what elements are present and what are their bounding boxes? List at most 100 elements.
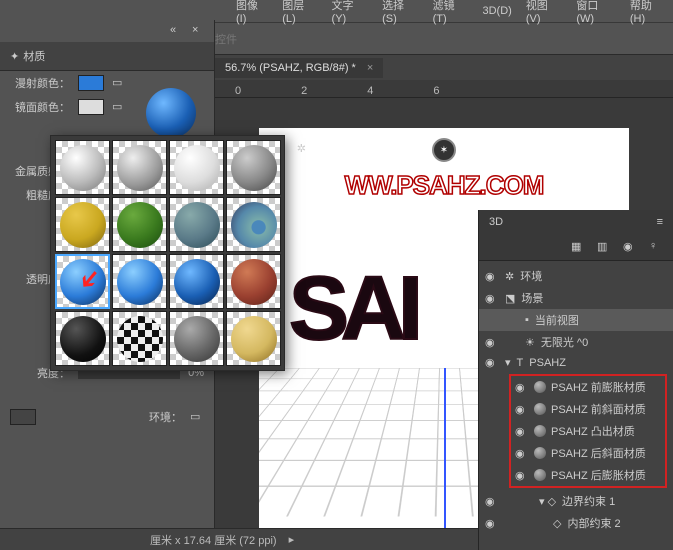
material-icon (534, 469, 546, 481)
ruler-tick: 0 (235, 85, 241, 97)
visibility-icon[interactable]: ◉ (485, 356, 499, 369)
visibility-icon[interactable]: ◉ (485, 517, 499, 530)
tree-label: 当前视图 (535, 312, 579, 328)
chevron-right-icon[interactable]: ▸ (289, 533, 295, 546)
visibility-icon[interactable]: ◉ (485, 270, 499, 283)
specular-swatch[interactable] (78, 99, 104, 115)
material-picker-popup: ✲ ➔ (50, 135, 285, 371)
tree-row-material[interactable]: ◉ PSAHZ 前斜面材质 (511, 398, 665, 420)
material-swatch[interactable] (112, 197, 167, 252)
tree-row-material[interactable]: ◉PSAHZ 凸出材质 (511, 420, 665, 442)
material-swatch[interactable] (169, 311, 224, 366)
menu-select[interactable]: 选择(S) (376, 0, 425, 27)
tree-label: PSAHZ 前斜面材质 (551, 401, 646, 417)
filter-material-icon[interactable]: ◉ (623, 240, 637, 254)
visibility-icon[interactable]: ◉ (515, 469, 529, 482)
material-grid: ➔ (51, 136, 284, 370)
tree-row-internal[interactable]: ◉◇内部约束 2 (479, 512, 673, 534)
menu-image[interactable]: 图像(I) (230, 0, 274, 27)
folder-icon[interactable]: ▭ (112, 76, 126, 90)
tree-row-scene[interactable]: ◉⬔场景 (479, 287, 673, 309)
material-swatch[interactable] (55, 140, 110, 195)
panel-title: ✦材质 (0, 42, 214, 71)
menu-filter[interactable]: 滤镜(T) (427, 0, 475, 27)
collapse-icon[interactable]: « (170, 24, 184, 38)
menu-type[interactable]: 文字(Y) (326, 0, 375, 27)
material-swatch[interactable] (169, 254, 224, 309)
panel-menu-icon[interactable]: ≡ (657, 216, 663, 228)
tree-label: 环境 (520, 268, 542, 284)
visibility-icon[interactable]: ◉ (515, 425, 529, 438)
menu-help[interactable]: 帮助(H) (624, 0, 673, 27)
tree-label: 场景 (521, 290, 543, 306)
3d-text-object[interactable]: SAI (289, 258, 415, 361)
document-tab-label: 56.7% (PSAHZ, RGB/8#) * (225, 62, 356, 74)
diffuse-swatch[interactable] (78, 75, 104, 91)
tree-label: PSAHZ 前膨胀材质 (551, 379, 646, 395)
filter-mesh-icon[interactable]: ▥ (597, 240, 611, 254)
3d-axis-line (444, 368, 446, 528)
menu-window[interactable]: 窗口(W) (570, 0, 622, 27)
material-swatch[interactable] (226, 197, 281, 252)
material-icon (534, 447, 546, 459)
close-icon[interactable]: × (192, 24, 206, 38)
tree-label: 内部约束 2 (567, 515, 620, 531)
specular-label: 镜面颜色： (10, 99, 70, 115)
highlighted-materials-group: ◉ PSAHZ 前膨胀材质 ◉ PSAHZ 前斜面材质 ◉PSAHZ 凸出材质 ◉ P… (509, 374, 667, 488)
material-swatch[interactable] (226, 311, 281, 366)
material-swatch[interactable] (169, 140, 224, 195)
ruler-tick: 4 (367, 85, 373, 97)
tree-label: PSAHZ 后膨胀材质 (551, 467, 646, 483)
env-swatch[interactable] (10, 409, 36, 425)
tree-row-light[interactable]: ◉☀无限光 ^0 (479, 331, 673, 353)
menu-layer[interactable]: 图层(L) (276, 0, 323, 27)
material-swatch[interactable] (226, 140, 281, 195)
tree-row-material[interactable]: ◉ PSAHZ 后斜面材质 (511, 442, 665, 464)
visibility-icon[interactable]: ◉ (485, 336, 499, 349)
folder-icon[interactable]: ▭ (112, 100, 126, 114)
tree-row-layer[interactable]: ◉▾TPSAHZ (479, 353, 673, 372)
tree-row-material[interactable]: ◉ PSAHZ 前膨胀材质 (511, 376, 665, 398)
material-swatch[interactable] (112, 140, 167, 195)
document-tab[interactable]: 56.7% (PSAHZ, RGB/8#) * × (215, 58, 383, 78)
material-preview-sphere[interactable] (146, 88, 196, 138)
tree-label: 边界约束 1 (562, 493, 615, 509)
menu-3d[interactable]: 3D(D) (476, 3, 517, 19)
material-swatch[interactable] (169, 197, 224, 252)
visibility-icon[interactable]: ◉ (485, 292, 499, 305)
material-icon (534, 425, 546, 437)
watermark-text: WW.PSAHZ.COM (259, 170, 629, 201)
material-swatch[interactable] (112, 254, 167, 309)
tree-row-environment[interactable]: ◉✲环境 (479, 265, 673, 287)
3d-panel-title: 3D (489, 216, 503, 228)
folder-icon[interactable]: ▭ (190, 410, 204, 424)
menu-bar: 图像(I) 图层(L) 文字(Y) 选择(S) 滤镜(T) 3D(D) 视图(V… (0, 0, 673, 22)
panel-title-label: 材质 (23, 51, 45, 63)
ruler-horizontal: 0 2 4 6 (215, 80, 673, 98)
close-icon[interactable]: × (367, 62, 373, 74)
tree-row-current-view[interactable]: ▪当前视图 (479, 309, 673, 331)
visibility-icon[interactable]: ◉ (515, 403, 529, 416)
3d-widget-icon[interactable]: ✶ (432, 138, 456, 162)
visibility-icon[interactable]: ◉ (515, 381, 529, 394)
diffuse-label: 漫射颜色： (10, 75, 70, 91)
visibility-icon[interactable]: ◉ (485, 495, 499, 508)
visibility-icon[interactable]: ◉ (515, 447, 529, 460)
tree-label: PSAHZ (529, 357, 566, 369)
menu-view[interactable]: 视图(V) (520, 0, 569, 27)
status-bar: 厘米 x 17.64 厘米 (72 ppi) ▸ (0, 528, 478, 550)
tree-label: PSAHZ 后斜面材质 (551, 445, 646, 461)
material-swatch-selected[interactable]: ➔ (55, 254, 110, 309)
material-swatch[interactable] (55, 311, 110, 366)
document-dimensions: 厘米 x 17.64 厘米 (72 ppi) (150, 532, 277, 548)
material-swatch[interactable] (55, 197, 110, 252)
material-swatch[interactable] (226, 254, 281, 309)
filter-light-icon[interactable]: ♀ (649, 240, 663, 254)
tree-row-boundary[interactable]: ◉▾ ◇边界约束 1 (479, 490, 673, 512)
filter-scene-icon[interactable]: ▦ (571, 240, 585, 254)
tree-label: 无限光 ^0 (541, 334, 588, 350)
tree-row-material[interactable]: ◉ PSAHZ 后膨胀材质 (511, 464, 665, 486)
gear-icon[interactable]: ✲ (297, 142, 306, 155)
material-swatch[interactable] (112, 311, 167, 366)
env-label: 环境： (44, 409, 182, 425)
